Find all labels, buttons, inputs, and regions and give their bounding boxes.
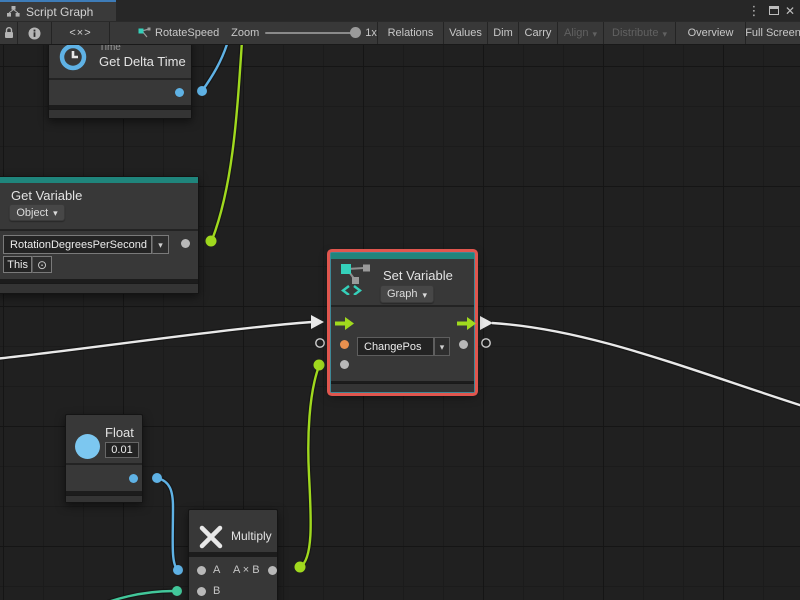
port-target-in[interactable] <box>340 360 349 369</box>
port-variable-value-out[interactable] <box>181 239 190 248</box>
float-value-field[interactable]: 0.01 <box>105 442 139 458</box>
wire-endpoint <box>295 562 306 573</box>
float-icon <box>75 434 100 459</box>
variable-scope-dropdown[interactable]: Graph ▾ <box>380 285 434 303</box>
graph-toolbar: <×> RotateSpeed Zoom 1x Relations Values… <box>0 21 800 45</box>
variable-target-field[interactable]: This <box>3 256 32 273</box>
carry-button[interactable]: Carry <box>519 22 558 44</box>
variable-name-field[interactable]: RotationDegreesPerSecond <box>3 235 152 254</box>
variable-name-dropdown[interactable]: ▾ <box>152 235 169 254</box>
dim-button[interactable]: Dim <box>488 22 519 44</box>
flow-arrowhead-right <box>480 316 493 330</box>
node-get-delta-time[interactable]: Time Get Delta Time <box>48 45 192 119</box>
node-set-variable[interactable]: Set Variable Graph ▾ ChangePos ▾ <box>330 252 475 393</box>
node-get-variable[interactable]: Get Variable Object ▾ RotationDegreesPer… <box>0 176 199 294</box>
wire-endpoint <box>314 360 325 371</box>
port-result-label: A × B <box>233 564 260 576</box>
wire-float-to-multiply <box>157 478 177 569</box>
wire-endpoint <box>173 565 183 575</box>
overview-button[interactable]: Overview <box>676 22 746 44</box>
node-header-strip <box>331 253 474 259</box>
caret-down-icon: ▾ <box>662 30 667 39</box>
tab-bar: Script Graph ⋮ ✕ <box>0 0 800 21</box>
node-title: Multiply <box>231 529 272 543</box>
port-a-label: A <box>213 564 220 576</box>
node-float[interactable]: Float 0.01 <box>65 414 143 503</box>
node-multiply[interactable]: Multiply A A × B B <box>188 509 278 600</box>
zoom-label: Zoom <box>231 27 259 39</box>
empty-port <box>316 339 324 347</box>
script-graph-icon <box>138 27 151 40</box>
info-button[interactable] <box>18 22 52 44</box>
port-b-label: B <box>213 585 220 597</box>
zoom-slider[interactable] <box>265 32 359 34</box>
port-result-out[interactable] <box>268 566 277 575</box>
maximize-glyph <box>769 6 779 15</box>
port-value-out[interactable] <box>459 340 468 349</box>
zoom-value: 1x <box>365 27 377 39</box>
node-category: Time <box>99 45 121 53</box>
node-footer <box>0 283 198 293</box>
wire-flow-right <box>492 323 800 407</box>
graph-name-label: RotateSpeed <box>155 27 219 39</box>
graph-canvas[interactable]: Time Get Delta Time Get Variable Object … <box>0 45 800 600</box>
wire-endpoint <box>152 473 162 483</box>
graph-inspector-button[interactable]: <×> <box>52 22 110 44</box>
wire-endpoint <box>206 236 217 247</box>
caret-down-icon: ▾ <box>440 343 445 352</box>
node-title: Float <box>105 425 134 440</box>
wire-endpoint <box>197 86 207 96</box>
time-icon <box>59 45 87 71</box>
tab-title: Script Graph <box>26 5 93 19</box>
node-title: Get Delta Time <box>99 54 186 69</box>
empty-port <box>482 339 490 347</box>
graph-name: RotateSpeed <box>110 22 225 44</box>
graph-icon <box>7 6 20 17</box>
variable-name-dropdown[interactable]: ▾ <box>434 337 450 356</box>
caret-down-icon: ▾ <box>158 241 163 250</box>
zoom-control: Zoom 1x <box>225 22 378 44</box>
node-footer <box>66 495 142 502</box>
caret-down-icon: ▾ <box>592 30 597 39</box>
align-button[interactable]: Align▾ <box>558 22 604 44</box>
window-menu-icon[interactable]: ⋮ <box>746 0 762 21</box>
flow-out-arrow[interactable] <box>457 317 476 330</box>
relations-button[interactable]: Relations <box>378 22 444 44</box>
node-footer <box>331 383 474 392</box>
info-icon <box>28 27 41 40</box>
values-button[interactable]: Values <box>444 22 488 44</box>
window-maximize-icon[interactable] <box>766 0 782 21</box>
distribute-button[interactable]: Distribute▾ <box>604 22 676 44</box>
caret-down-icon: ▾ <box>53 209 58 218</box>
port-b-in[interactable] <box>197 587 206 596</box>
flow-arrowhead-left <box>311 315 324 329</box>
variable-name-field[interactable]: ChangePos <box>357 337 434 356</box>
wire-endpoint <box>172 586 182 596</box>
port-float-out[interactable] <box>129 474 138 483</box>
tab-script-graph[interactable]: Script Graph <box>0 0 116 21</box>
lock-button[interactable] <box>0 22 18 44</box>
port-delta-time-out[interactable] <box>175 88 184 97</box>
port-value-in[interactable] <box>340 340 349 349</box>
flow-in-arrow[interactable] <box>335 317 354 330</box>
script-graph-window: Script Graph ⋮ ✕ <×> Ro <box>0 0 800 600</box>
set-variable-icon <box>340 263 374 295</box>
variable-scope-dropdown[interactable]: Object ▾ <box>9 204 65 221</box>
node-title: Get Variable <box>11 188 82 203</box>
lock-icon <box>4 27 14 39</box>
object-picker-button[interactable]: ⊙ <box>32 256 52 273</box>
node-footer <box>49 109 191 118</box>
full-screen-button[interactable]: Full Screen <box>746 22 800 44</box>
port-a-in[interactable] <box>197 566 206 575</box>
node-header-strip <box>0 177 198 183</box>
zoom-slider-knob[interactable] <box>350 27 361 38</box>
node-title: Set Variable <box>383 268 453 283</box>
multiply-icon <box>198 524 224 550</box>
caret-down-icon: ▾ <box>423 291 428 300</box>
window-close-icon[interactable]: ✕ <box>782 0 798 21</box>
object-picker-icon: ⊙ <box>37 258 47 272</box>
